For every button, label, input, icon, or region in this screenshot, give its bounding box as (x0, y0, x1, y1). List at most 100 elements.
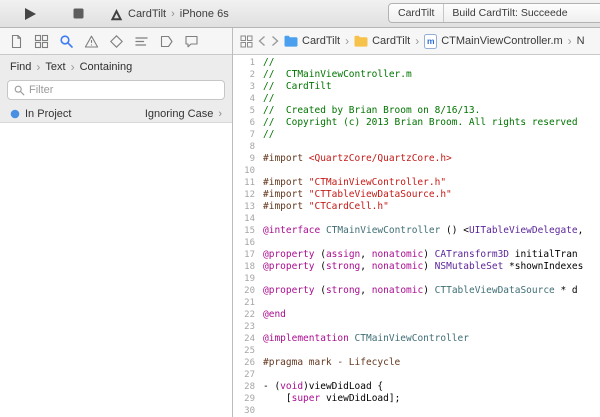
code-line[interactable]: 12#import "CTTableViewDataSource.h" (233, 189, 600, 201)
objc-file-icon: m (424, 34, 437, 49)
back-button[interactable] (258, 35, 266, 47)
line-number[interactable]: 7 (233, 129, 263, 141)
code-line[interactable]: 28- (void)viewDidLoad { (233, 381, 600, 393)
breadcrumb-file[interactable]: m CTMainViewController.m (424, 34, 562, 49)
find-mode-menu[interactable]: Find (10, 61, 31, 73)
case-option-button[interactable]: Ignoring Case › (145, 108, 222, 120)
line-number[interactable]: 3 (233, 81, 263, 93)
scheme-selector[interactable]: CardTilt › iPhone 6s (110, 6, 229, 22)
line-number[interactable]: 17 (233, 249, 263, 261)
project-navigator-icon[interactable] (9, 34, 24, 49)
code-line[interactable]: 2// CTMainViewController.m (233, 69, 600, 81)
line-number[interactable]: 21 (233, 297, 263, 309)
code-line[interactable]: 30 (233, 405, 600, 417)
line-number[interactable]: 14 (233, 213, 263, 225)
code-line[interactable]: 15@interface CTMainViewController () <UI… (233, 225, 600, 237)
line-number[interactable]: 23 (233, 321, 263, 333)
code-line[interactable]: 27 (233, 369, 600, 381)
line-number[interactable]: 11 (233, 177, 263, 189)
line-number[interactable]: 12 (233, 189, 263, 201)
project-scope-icon (10, 109, 20, 119)
code-line[interactable]: 6// Copyright (c) 2013 Brian Broom. All … (233, 117, 600, 129)
search-field[interactable] (7, 80, 225, 100)
line-number[interactable]: 27 (233, 369, 263, 381)
related-items-icon[interactable] (240, 35, 253, 48)
code-line[interactable]: 23 (233, 321, 600, 333)
code-line[interactable]: 5// Created by Brian Broom on 8/16/13. (233, 105, 600, 117)
line-number[interactable]: 6 (233, 117, 263, 129)
code-line[interactable]: 3// CardTilt (233, 81, 600, 93)
run-button[interactable] (24, 7, 37, 21)
line-number[interactable]: 28 (233, 381, 263, 393)
code-text: @interface CTMainViewController () <UITa… (263, 225, 583, 237)
line-number[interactable]: 18 (233, 261, 263, 273)
breadcrumb-group[interactable]: CardTilt (354, 35, 410, 47)
breadcrumb-project[interactable]: CardTilt (284, 35, 340, 47)
forward-button[interactable] (271, 35, 279, 47)
code-line[interactable]: 1// (233, 57, 600, 69)
code-line[interactable]: 20@property (strong, nonatomic) CTTableV… (233, 285, 600, 297)
breadcrumb-symbol[interactable]: N (577, 35, 585, 47)
code-line[interactable]: 17@property (assign, nonatomic) CATransf… (233, 249, 600, 261)
find-navigator-panel: Find › Text › Containing In Project Igno… (0, 55, 232, 417)
code-text: // (263, 57, 274, 69)
code-line[interactable]: 7// (233, 129, 600, 141)
line-number[interactable]: 22 (233, 309, 263, 321)
find-match-menu[interactable]: Containing (80, 61, 133, 73)
code-line[interactable]: 29 [super viewDidLoad]; (233, 393, 600, 405)
test-navigator-icon[interactable] (109, 34, 124, 49)
chevron-right-icon: › (415, 35, 419, 47)
code-line[interactable]: 10 (233, 165, 600, 177)
debug-navigator-icon[interactable] (134, 34, 149, 49)
symbol-navigator-icon[interactable] (34, 34, 49, 49)
code-text: // CardTilt (263, 81, 332, 93)
panel-divider[interactable] (232, 28, 233, 417)
line-number[interactable]: 16 (233, 237, 263, 249)
code-line[interactable]: 26#pragma mark - Lifecycle (233, 357, 600, 369)
scope-button[interactable]: In Project (10, 108, 71, 120)
line-number[interactable]: 1 (233, 57, 263, 69)
line-number[interactable]: 24 (233, 333, 263, 345)
code-line[interactable]: 8 (233, 141, 600, 153)
line-number[interactable]: 25 (233, 345, 263, 357)
destination-name[interactable]: iPhone 6s (180, 8, 229, 20)
code-line[interactable]: 22@end (233, 309, 600, 321)
line-number[interactable]: 26 (233, 357, 263, 369)
source-editor[interactable]: 1//2// CTMainViewController.m3// CardTil… (233, 55, 600, 417)
code-line[interactable]: 14 (233, 213, 600, 225)
activity-viewer: CardTilt Build CardTilt: Succeede (388, 3, 600, 23)
line-number[interactable]: 9 (233, 153, 263, 165)
line-number[interactable]: 13 (233, 201, 263, 213)
stop-button[interactable] (73, 8, 84, 19)
code-line[interactable]: 18@property (strong, nonatomic) NSMutabl… (233, 261, 600, 273)
report-navigator-icon[interactable] (184, 34, 199, 49)
line-number[interactable]: 19 (233, 273, 263, 285)
code-line[interactable]: 9#import <QuartzCore/QuartzCore.h> (233, 153, 600, 165)
code-line[interactable]: 21 (233, 297, 600, 309)
breakpoint-navigator-icon[interactable] (159, 34, 174, 49)
line-number[interactable]: 29 (233, 393, 263, 405)
line-number[interactable]: 30 (233, 405, 263, 417)
issue-navigator-icon[interactable] (84, 34, 99, 49)
code-line[interactable]: 11#import "CTMainViewController.h" (233, 177, 600, 189)
line-number[interactable]: 8 (233, 141, 263, 153)
code-text: @property (assign, nonatomic) CATransfor… (263, 249, 578, 261)
find-navigator-icon[interactable] (59, 34, 74, 49)
scheme-name[interactable]: CardTilt (128, 8, 166, 20)
line-number[interactable]: 2 (233, 69, 263, 81)
code-line[interactable]: 13#import "CTCardCell.h" (233, 201, 600, 213)
search-input[interactable] (29, 84, 218, 96)
line-number[interactable]: 15 (233, 225, 263, 237)
find-type-menu[interactable]: Text (45, 61, 65, 73)
chevron-left-icon (258, 35, 266, 47)
code-line[interactable]: 19 (233, 273, 600, 285)
line-number[interactable]: 4 (233, 93, 263, 105)
code-line[interactable]: 24@implementation CTMainViewController (233, 333, 600, 345)
code-line[interactable]: 4// (233, 93, 600, 105)
line-number[interactable]: 20 (233, 285, 263, 297)
code-line[interactable]: 16 (233, 237, 600, 249)
jump-bar: CardTilt › CardTilt › m CTMainViewContro… (233, 28, 600, 54)
line-number[interactable]: 5 (233, 105, 263, 117)
line-number[interactable]: 10 (233, 165, 263, 177)
code-line[interactable]: 25 (233, 345, 600, 357)
